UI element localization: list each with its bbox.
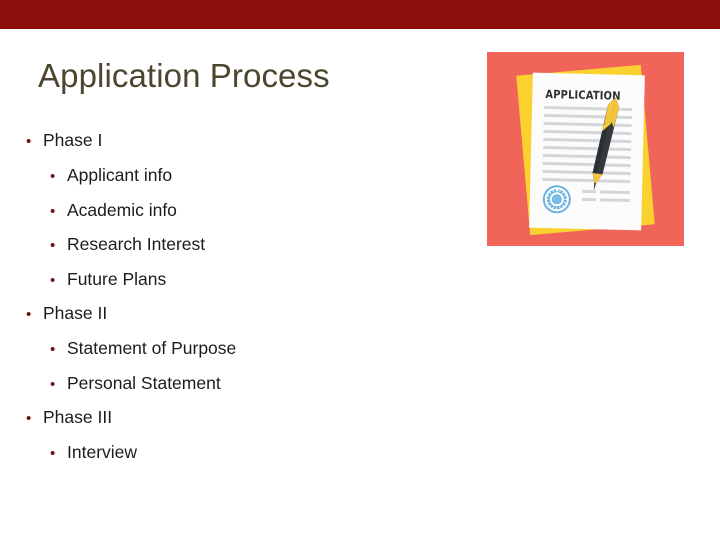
bullet-marker-icon: • xyxy=(50,341,56,358)
form-text-line xyxy=(542,153,631,159)
bullet-marker-icon: • xyxy=(50,237,56,254)
list-item: • Interview xyxy=(50,442,466,477)
list-item-label: Phase II xyxy=(43,303,108,323)
list-item-label: Applicant info xyxy=(67,165,173,185)
list-item: • Personal Statement xyxy=(50,373,466,408)
application-form-illustration: APPLICATION xyxy=(487,52,684,246)
bullet-marker-icon: • xyxy=(50,271,56,289)
signature-line-2 xyxy=(599,190,631,194)
slide-canvas: Application Process • Phase I • Applicant i… xyxy=(0,0,720,540)
list-item-label: Future Plans xyxy=(67,268,167,289)
list-item-label: Personal Statement xyxy=(67,372,221,393)
list-item-label: Phase I xyxy=(43,130,103,150)
bullet-marker-icon: • xyxy=(50,202,56,220)
bullet-marker-icon: • xyxy=(26,306,32,323)
list-item: • Academic info xyxy=(50,200,466,235)
form-text-line xyxy=(542,169,631,175)
top-accent-bar xyxy=(0,0,720,29)
bullet-marker-icon: • xyxy=(50,445,56,462)
seal-tick xyxy=(545,198,550,200)
list-item: • Future Plans xyxy=(50,269,466,304)
list-item: • Applicant info xyxy=(50,165,466,200)
application-form-sheet: APPLICATION xyxy=(529,72,645,231)
list-item: • Statement of Purpose xyxy=(50,338,466,373)
list-item: • Phase II xyxy=(26,303,466,338)
list-item: • Research Interest xyxy=(50,234,466,269)
form-sheet-contents: APPLICATION xyxy=(529,73,645,231)
seal-tick xyxy=(564,198,568,201)
page-title: Application Process xyxy=(38,57,330,94)
form-text-line xyxy=(543,129,632,135)
list-item-label: Phase III xyxy=(43,407,113,427)
list-item-label: Research Interest xyxy=(67,234,206,254)
seal-tick xyxy=(556,188,558,192)
signature-line-4 xyxy=(599,198,630,202)
signature-line-3 xyxy=(581,197,596,201)
official-seal-icon xyxy=(542,184,572,214)
seal-tick-marks xyxy=(543,185,571,211)
list-item: • Phase III xyxy=(26,407,466,442)
list-item-label: Statement of Purpose xyxy=(67,338,237,358)
bullet-marker-icon: • xyxy=(50,168,56,185)
form-text-line xyxy=(543,145,632,151)
form-text-line xyxy=(543,137,632,143)
list-item-label: Interview xyxy=(67,442,138,462)
bullet-list: • Phase I • Applicant info • Academic info • Re… xyxy=(26,130,466,477)
form-text-line xyxy=(542,161,631,167)
list-item: • Phase I xyxy=(26,130,466,165)
bullet-marker-icon: • xyxy=(26,410,32,427)
bullet-marker-icon: • xyxy=(26,133,32,150)
bullet-marker-icon: • xyxy=(50,375,56,393)
list-item-label: Academic info xyxy=(67,199,177,220)
